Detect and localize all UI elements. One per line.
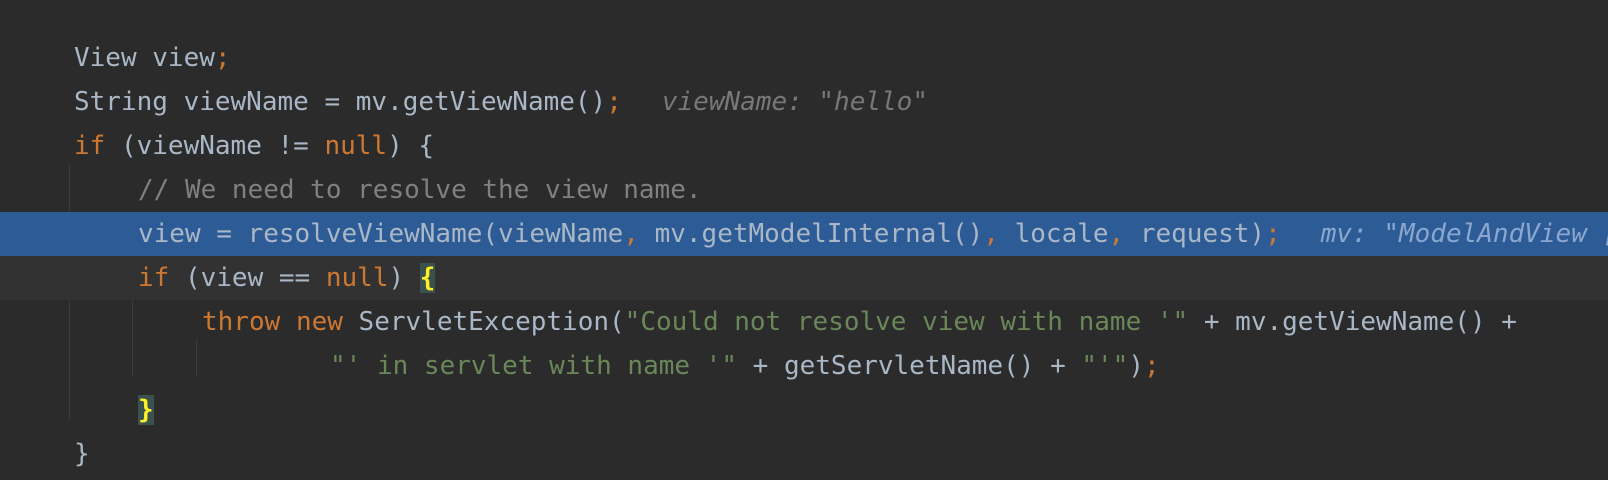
semicolon: ; bbox=[1144, 351, 1160, 381]
code-line[interactable]: } bbox=[0, 432, 1608, 476]
keyword-if: if bbox=[138, 263, 170, 293]
code-line-execution-point[interactable]: view = resolveViewName(viewName, mv.getM… bbox=[0, 212, 1608, 256]
semicolon: ; bbox=[1265, 219, 1281, 249]
code-text: View view bbox=[74, 43, 215, 73]
code-text: mv.getModelInternal() bbox=[638, 219, 984, 249]
code-text: ) bbox=[1128, 351, 1144, 381]
code-text: String viewName = mv.getViewName() bbox=[74, 87, 607, 117]
comma: , bbox=[1108, 219, 1125, 249]
code-line[interactable]: } bbox=[0, 388, 1608, 432]
code-text: locale bbox=[998, 219, 1109, 249]
code-line[interactable]: String viewName = mv.getViewName(); viewN… bbox=[0, 80, 1608, 124]
code-text: view = resolveViewName(viewName bbox=[138, 219, 624, 249]
keyword-throw: throw bbox=[202, 307, 281, 337]
code-text: ServletException( bbox=[342, 307, 625, 337]
debug-inline-value: mv: "ModelAndView [view=\"hello\"; model… bbox=[1320, 219, 1608, 249]
string-literal: "Could not resolve view with name '" bbox=[624, 307, 1189, 337]
debug-inline-value: viewName: "hello" bbox=[661, 87, 928, 117]
code-line[interactable]: "' in servlet with name '" + getServletN… bbox=[0, 344, 1608, 388]
code-text: ) bbox=[388, 263, 420, 293]
keyword-null: null bbox=[324, 131, 388, 161]
keyword-if: if bbox=[74, 131, 106, 161]
code-line[interactable]: View view; bbox=[0, 36, 1608, 80]
string-literal: "' in servlet with name '" bbox=[330, 351, 737, 381]
code-text: + getServletName() + bbox=[737, 351, 1082, 381]
keyword-new: new bbox=[295, 307, 343, 337]
code-text: (view == bbox=[169, 263, 326, 293]
code-comment: // We need to resolve the view name. bbox=[138, 175, 702, 205]
matched-brace: { bbox=[419, 263, 436, 293]
code-text: } bbox=[74, 439, 90, 469]
keyword-null: null bbox=[325, 263, 389, 293]
code-editor[interactable]: View view; String viewName = mv.getViewN… bbox=[0, 0, 1608, 480]
matched-brace: } bbox=[138, 395, 154, 425]
code-line[interactable]: if (viewName != null) { bbox=[0, 124, 1608, 168]
semicolon: ; bbox=[214, 43, 231, 73]
code-line-current[interactable]: if (view == null) { bbox=[0, 256, 1608, 300]
code-line[interactable]: throw new ServletException("Could not re… bbox=[0, 300, 1608, 344]
string-literal: "'" bbox=[1081, 351, 1129, 381]
code-text: (viewName != bbox=[105, 131, 325, 161]
comma: , bbox=[623, 219, 639, 249]
semicolon: ; bbox=[606, 87, 622, 117]
code-line[interactable]: // We need to resolve the view name. bbox=[0, 168, 1608, 212]
code-text: ) { bbox=[387, 131, 435, 161]
code-text: request) bbox=[1124, 219, 1266, 249]
comma: , bbox=[983, 219, 999, 249]
code-text: + mv.getViewName() + bbox=[1188, 307, 1517, 337]
